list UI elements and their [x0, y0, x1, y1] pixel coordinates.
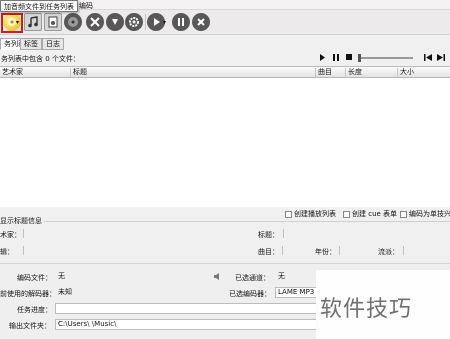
section-divider: [0, 221, 450, 222]
pause-button[interactable]: [172, 13, 190, 31]
file-count-text: 务列表中包含 0 个文件：: [1, 55, 80, 63]
artist-label: 术家：: [0, 231, 21, 239]
field-separator: [282, 246, 283, 255]
document-icon: [48, 16, 58, 28]
field-separator: [283, 229, 284, 238]
column-length[interactable]: 长度: [346, 68, 398, 77]
previous-icon[interactable]: [424, 54, 432, 61]
progress-label: 任务进度：: [17, 306, 52, 314]
tooltip: 加音频文件到任务列表: [0, 0, 78, 12]
play-icon: [154, 18, 160, 26]
column-size[interactable]: 大小: [398, 68, 450, 77]
tools-button[interactable]: [86, 13, 104, 31]
gear-icon: [129, 17, 139, 27]
selected-channel-label: 已选通道：: [235, 274, 270, 282]
play-dropdown-icon[interactable]: ▾: [163, 19, 166, 26]
pause-icon-small[interactable]: [333, 54, 340, 61]
track-label: 曲目：: [258, 248, 279, 256]
seek-slider[interactable]: [358, 54, 413, 62]
column-track[interactable]: 曲目: [316, 68, 346, 77]
stop-button[interactable]: [192, 13, 210, 31]
field-separator: [23, 229, 24, 238]
selected-encoder-label: 已选编码器：: [229, 290, 271, 298]
field-separator: [339, 246, 340, 255]
column-artist[interactable]: 艺术家: [0, 68, 71, 77]
selected-encoder-value: LAME MP3: [275, 287, 320, 298]
toolbar-divider: [145, 14, 146, 30]
watermark-text: 软件技巧: [320, 297, 413, 322]
output-folder-field[interactable]: C:\Users\ \Music\: [55, 319, 317, 330]
highlight-box: [1, 13, 23, 33]
stop-icon-small[interactable]: [346, 54, 353, 61]
tag-icon: [112, 19, 118, 25]
genre-label: 流派：: [378, 248, 399, 256]
tag-info-section: 显示标题信息 术家： 标题： 辑： 曲目： 年份： 流派：: [0, 216, 450, 262]
tab-tags[interactable]: 标签: [20, 38, 42, 50]
section-title: 显示标题信息: [0, 216, 44, 226]
music-note-icon: [28, 16, 38, 28]
seek-thumb[interactable]: [358, 54, 361, 62]
speaker-icon: [214, 273, 219, 280]
stop-icon: [197, 18, 205, 26]
list-header: 艺术家 标题 曲目 长度 大小: [0, 67, 450, 78]
year-label: 年份：: [315, 248, 336, 256]
album-label: 辑：: [0, 248, 14, 256]
settings-button[interactable]: [125, 13, 143, 31]
add-file-button[interactable]: [44, 13, 62, 31]
tag-button[interactable]: [106, 13, 124, 31]
cd-button[interactable]: [64, 13, 82, 31]
play-icon-small[interactable]: [319, 54, 326, 61]
decoder-value: 未知: [58, 288, 72, 296]
task-progress-bar: [55, 303, 317, 314]
selected-channel-value: 无: [278, 272, 285, 280]
add-music-button[interactable]: [24, 13, 42, 31]
output-folder-label: 输出文件夹：: [9, 322, 51, 330]
file-list[interactable]: 艺术家 标题 曲目 长度 大小: [0, 66, 450, 207]
encode-file-label: 编码文件：: [17, 274, 52, 282]
toolbar: ▾ ▾: [0, 10, 450, 35]
field-separator: [403, 246, 404, 255]
decoder-label: 前使用的解码器：: [0, 290, 56, 298]
pause-icon: [178, 18, 184, 26]
column-title[interactable]: 标题: [71, 68, 316, 77]
title-label: 标题：: [258, 231, 279, 239]
tab-bar: 务列表 标签 日志: [0, 37, 450, 50]
next-icon[interactable]: [437, 54, 445, 61]
encode-file-value: 无: [58, 272, 65, 280]
tools-icon: [90, 17, 100, 27]
disc-icon: [68, 17, 78, 27]
tab-log[interactable]: 日志: [42, 38, 64, 50]
field-separator: [23, 246, 24, 255]
